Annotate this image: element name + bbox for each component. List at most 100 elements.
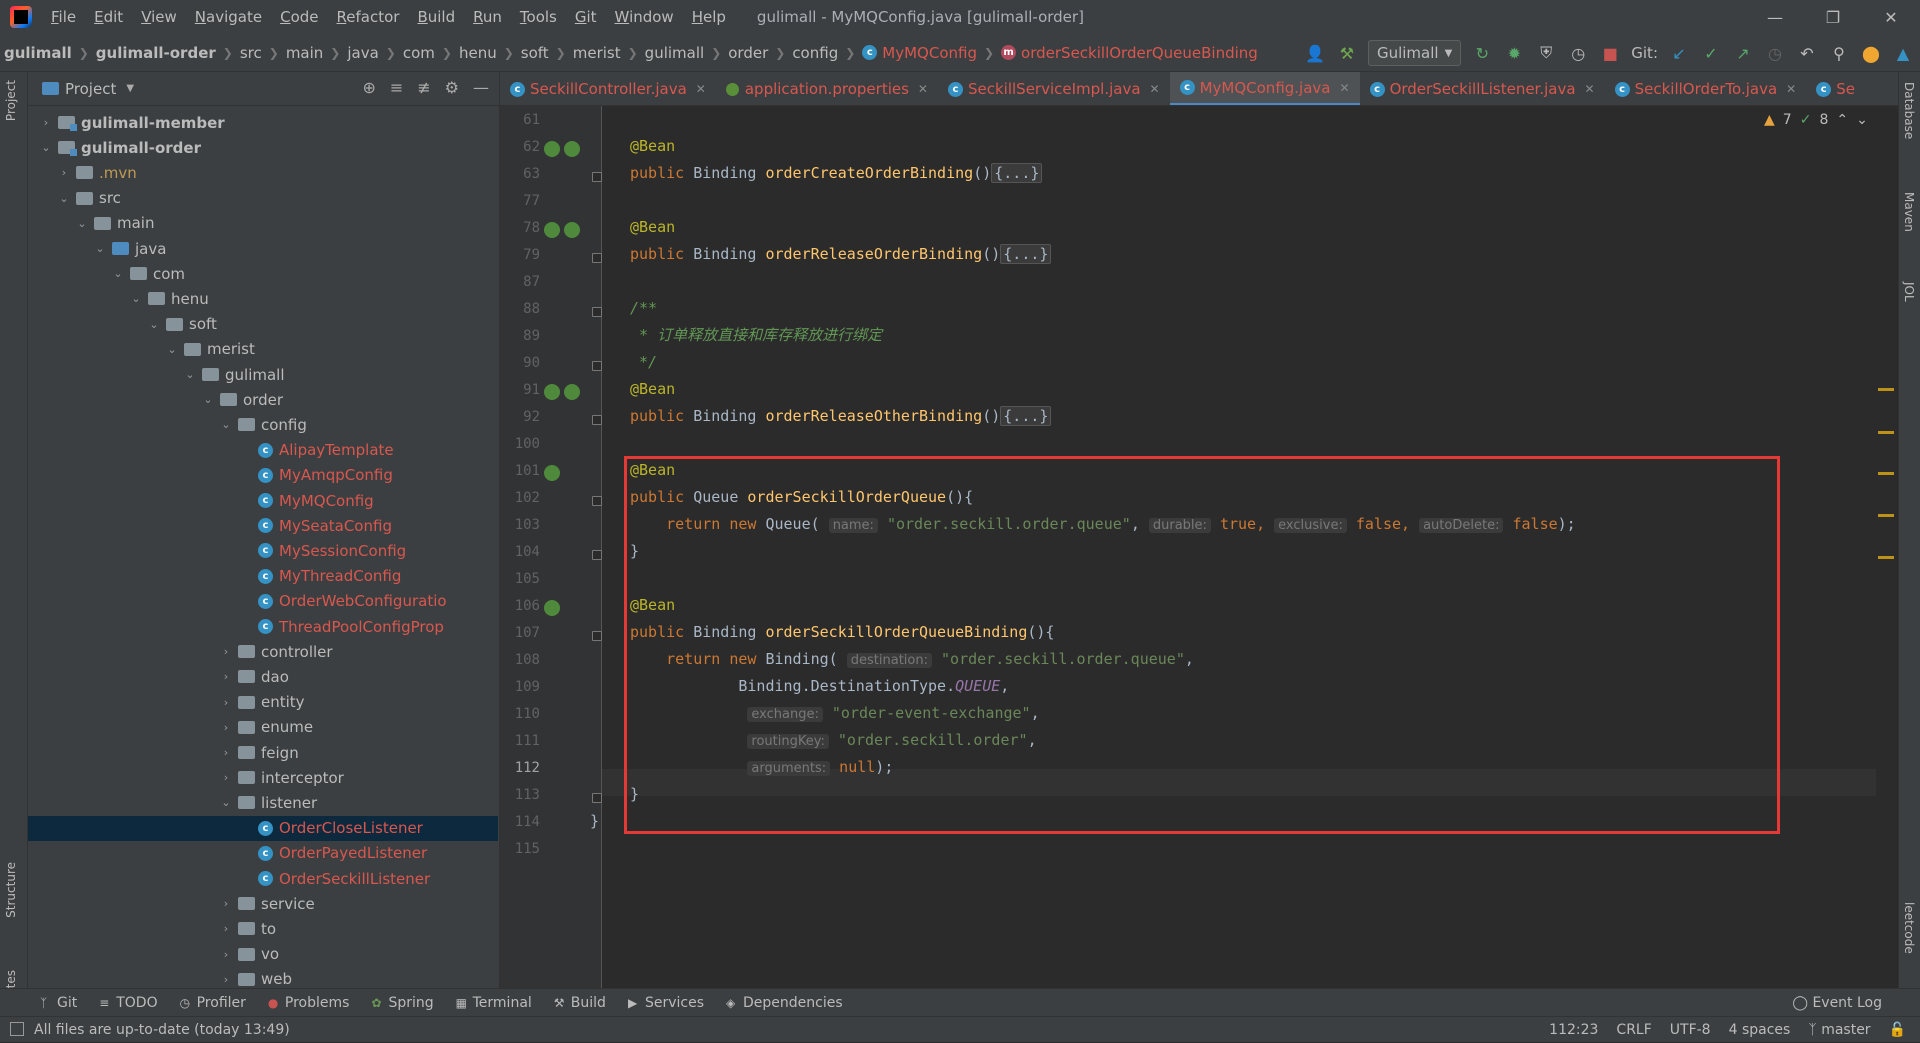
fold-icon[interactable]: [592, 415, 602, 425]
tree-item[interactable]: c MyMQConfig: [28, 488, 498, 513]
tree-item[interactable]: c MySeataConfig: [28, 513, 498, 538]
tab-order-seckill-listener[interactable]: c OrderSeckillListener.java ✕: [1360, 72, 1605, 105]
chevron-up-icon[interactable]: ⌃: [1836, 112, 1848, 128]
chevron-down-icon[interactable]: ⌄: [182, 368, 198, 381]
crumb-soft[interactable]: soft ❯: [521, 44, 573, 62]
crumb-merist[interactable]: merist ❯: [573, 44, 645, 62]
tree-item[interactable]: c ThreadPoolConfigProp: [28, 614, 498, 639]
folded-code[interactable]: {...}: [991, 163, 1043, 183]
crumb-method[interactable]: m orderSeckillOrderQueueBinding: [1001, 44, 1258, 62]
chevron-right-icon[interactable]: ›: [218, 696, 234, 709]
tree-item[interactable]: › .mvn: [28, 160, 498, 185]
chevron-right-icon[interactable]: ›: [218, 948, 234, 961]
tree-item[interactable]: › to: [28, 916, 498, 941]
chevron-right-icon[interactable]: ›: [218, 721, 234, 734]
tab-mymqconfig[interactable]: c MyMQConfig.java ✕: [1169, 72, 1360, 105]
menu-help[interactable]: Help: [683, 0, 735, 34]
warning-marker[interactable]: [1878, 388, 1894, 391]
history-icon[interactable]: ◷: [1764, 42, 1786, 64]
bean-gutter-icon[interactable]: [544, 222, 560, 238]
chevron-down-icon[interactable]: ⌄: [56, 192, 72, 205]
tree-item[interactable]: ⌄ com: [28, 261, 498, 286]
close-tab-icon[interactable]: ✕: [696, 82, 706, 96]
coverage-icon[interactable]: ⛨: [1535, 42, 1557, 64]
lock-icon[interactable]: 🔓: [1889, 1022, 1906, 1038]
tab-seckill-controller[interactable]: c SeckillController.java ✕: [500, 72, 716, 105]
menu-navigate[interactable]: Navigate: [186, 0, 271, 34]
menu-refactor[interactable]: Refactor: [328, 0, 409, 34]
project-panel-title[interactable]: Project: [65, 80, 116, 98]
chevron-down-icon[interactable]: ⌄: [74, 217, 90, 230]
warning-marker[interactable]: [1878, 431, 1894, 434]
indent-setting[interactable]: 4 spaces: [1729, 1022, 1791, 1038]
tree-item[interactable]: c OrderPayedListener: [28, 841, 498, 866]
tree-item[interactable]: c MyThreadConfig: [28, 564, 498, 589]
stop-icon[interactable]: ■: [1599, 42, 1621, 64]
update-icon[interactable]: ⬤: [1860, 42, 1882, 64]
tree-item[interactable]: › entity: [28, 690, 498, 715]
chevron-right-icon[interactable]: ›: [218, 922, 234, 935]
tree-item[interactable]: ⌄ src: [28, 186, 498, 211]
tree-item[interactable]: ⌄ henu: [28, 286, 498, 311]
tree-item[interactable]: › dao: [28, 664, 498, 689]
tree-item[interactable]: ⌄ soft: [28, 312, 498, 337]
crumb-com[interactable]: com ❯: [403, 44, 459, 62]
chevron-right-icon[interactable]: ›: [218, 645, 234, 658]
warning-marker[interactable]: [1878, 514, 1894, 517]
tree-item[interactable]: ⌄ gulimall-order: [28, 135, 498, 160]
tab-application-properties[interactable]: application.properties ✕: [716, 72, 938, 105]
fold-icon[interactable]: [592, 631, 602, 641]
bean-gutter-icon[interactable]: [564, 222, 580, 238]
git-branch[interactable]: ᛉ master: [1808, 1022, 1870, 1038]
fold-icon[interactable]: [592, 172, 602, 182]
bean-gutter-icon[interactable]: [564, 384, 580, 400]
user-icon[interactable]: 👤: [1304, 42, 1326, 64]
menu-git[interactable]: Git: [566, 0, 606, 34]
tree-item[interactable]: ⌄ main: [28, 211, 498, 236]
search-icon[interactable]: ⚲: [1828, 42, 1850, 64]
close-tab-icon[interactable]: ✕: [1150, 82, 1160, 96]
chevron-down-icon[interactable]: ⌄: [200, 393, 216, 406]
menu-window[interactable]: Window: [606, 0, 683, 34]
close-tab-icon[interactable]: ✕: [1340, 81, 1350, 95]
chevron-right-icon[interactable]: ›: [218, 746, 234, 759]
tree-item[interactable]: ⌄ config: [28, 412, 498, 437]
crumb-henu[interactable]: henu ❯: [459, 44, 521, 62]
menu-tools[interactable]: Tools: [511, 0, 566, 34]
line-separator[interactable]: CRLF: [1616, 1022, 1651, 1038]
crumb-java[interactable]: java ❯: [347, 44, 403, 62]
chevron-right-icon[interactable]: ›: [218, 973, 234, 986]
chevron-down-icon[interactable]: ⌄: [164, 343, 180, 356]
leetcode-side-tab[interactable]: leetcode: [1902, 902, 1916, 954]
file-encoding[interactable]: UTF-8: [1670, 1022, 1711, 1038]
tree-item[interactable]: › controller: [28, 639, 498, 664]
close-icon[interactable]: ✕: [1862, 0, 1920, 34]
folded-code[interactable]: {...}: [1000, 406, 1052, 426]
minimize-icon[interactable]: —: [1746, 0, 1804, 34]
tool-todo[interactable]: ≡ TODO: [99, 995, 157, 1011]
bean-gutter-icon[interactable]: [544, 465, 560, 481]
chevron-down-icon[interactable]: ▼: [126, 83, 134, 94]
tree-item[interactable]: › gulimall-member: [28, 110, 498, 135]
chevron-down-icon[interactable]: ⌄: [1856, 112, 1868, 128]
tool-terminal[interactable]: ▦ Terminal: [456, 995, 532, 1011]
tree-item[interactable]: ⌄ order: [28, 387, 498, 412]
event-log-button[interactable]: ◯ Event Log: [1792, 995, 1882, 1011]
fold-icon[interactable]: [592, 793, 602, 803]
chevron-down-icon[interactable]: ⌄: [218, 796, 234, 809]
menu-view[interactable]: View: [132, 0, 186, 34]
fold-icon[interactable]: [592, 253, 602, 263]
crumb-gulimall[interactable]: gulimall ❯: [645, 44, 729, 62]
editor-scrollbar[interactable]: [1876, 106, 1898, 988]
plugin-icon[interactable]: ▲: [1892, 42, 1914, 64]
menu-build[interactable]: Build: [408, 0, 464, 34]
warning-marker[interactable]: [1878, 556, 1894, 559]
tool-dependencies[interactable]: ◈ Dependencies: [726, 995, 843, 1011]
gear-icon[interactable]: ⚙: [445, 78, 459, 97]
tree-item[interactable]: c AlipayTemplate: [28, 438, 498, 463]
collapse-all-icon[interactable]: ≢: [417, 78, 430, 97]
tool-profiler[interactable]: ◷ Profiler: [180, 995, 246, 1011]
bean-gutter-icon[interactable]: [544, 600, 560, 616]
chevron-down-icon[interactable]: ⌄: [92, 242, 108, 255]
hammer-icon[interactable]: ⚒: [1336, 42, 1358, 64]
